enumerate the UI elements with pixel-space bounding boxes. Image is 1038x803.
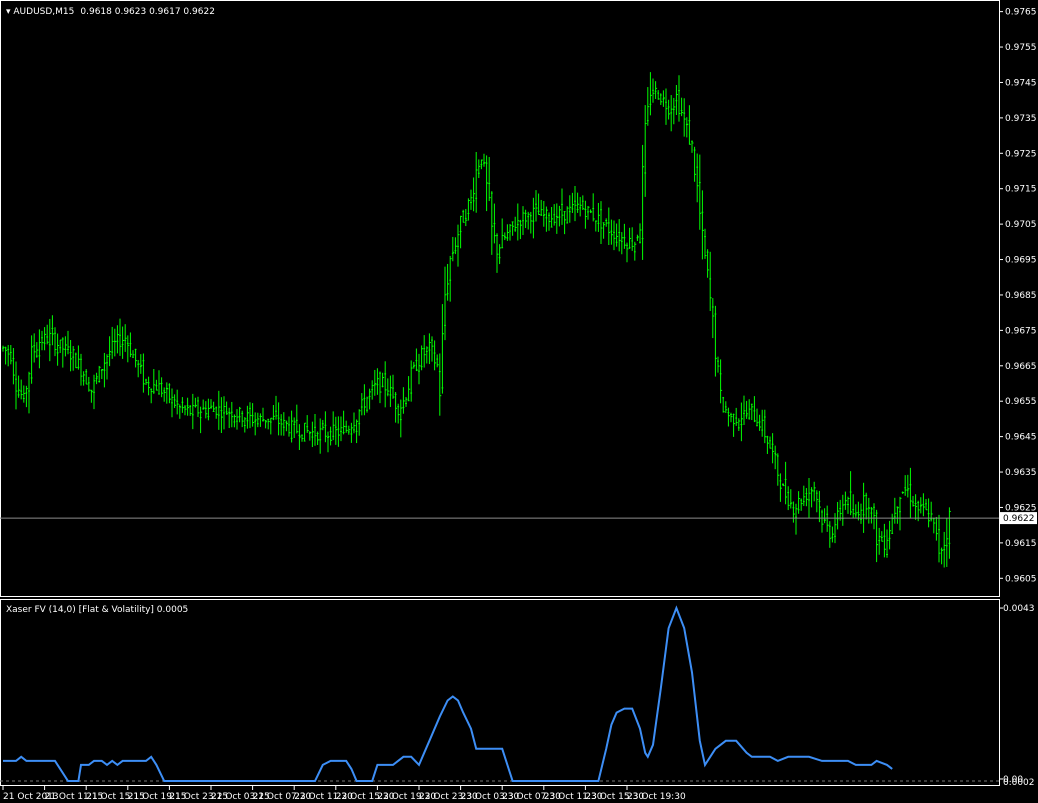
price-tick-label: 0.9685 [1005, 291, 1037, 301]
price-tick-label: 0.9725 [1005, 149, 1037, 159]
price-tick-label: 0.9755 [1005, 43, 1037, 53]
indicator-label: Xaser FV (14,0) [Flat & Volatility] 0.00… [6, 605, 188, 615]
price-tick-label: 0.9705 [1005, 220, 1037, 230]
current-price-label: 0.9622 [1003, 514, 1035, 524]
price-tick-label: 0.9765 [1005, 8, 1037, 18]
price-tick-label: 0.9625 [1005, 503, 1037, 513]
trading-chart[interactable]: 0.9765 0.9755 0.9745 0.9735 0.9725 0.9715 0.97… [0, 0, 1038, 803]
header-arrow-icon[interactable]: ▾ [6, 7, 13, 17]
indicator-tick-label: 0.0002 [1003, 778, 1035, 788]
header-ohlc: 0.9618 0.9623 0.9617 0.9622 [80, 7, 215, 17]
price-tick-label: 0.9675 [1005, 326, 1037, 336]
price-tick-label: 0.9635 [1005, 468, 1037, 478]
price-tick-label: 0.9715 [1005, 185, 1037, 195]
chart-background [0, 0, 1038, 803]
header-symbol: AUDUSD,M15 [13, 7, 74, 17]
chart-header: ▾ AUDUSD,M15 0.9618 0.9623 0.9617 0.9622 [6, 7, 215, 17]
time-tick-label: 23 Oct 19:30 [627, 792, 686, 802]
price-tick-label: 0.9665 [1005, 362, 1037, 372]
price-tick-label: 0.9615 [1005, 539, 1037, 549]
price-tick-label: 0.9655 [1005, 397, 1037, 407]
price-tick-label: 0.9645 [1005, 433, 1037, 443]
price-tick-label: 0.9605 [1005, 574, 1037, 584]
price-tick-label: 0.9735 [1005, 114, 1037, 124]
price-tick-label: 0.9745 [1005, 78, 1037, 88]
price-tick-label: 0.9695 [1005, 256, 1037, 266]
indicator-tick-label: 0.0043 [1003, 604, 1035, 614]
